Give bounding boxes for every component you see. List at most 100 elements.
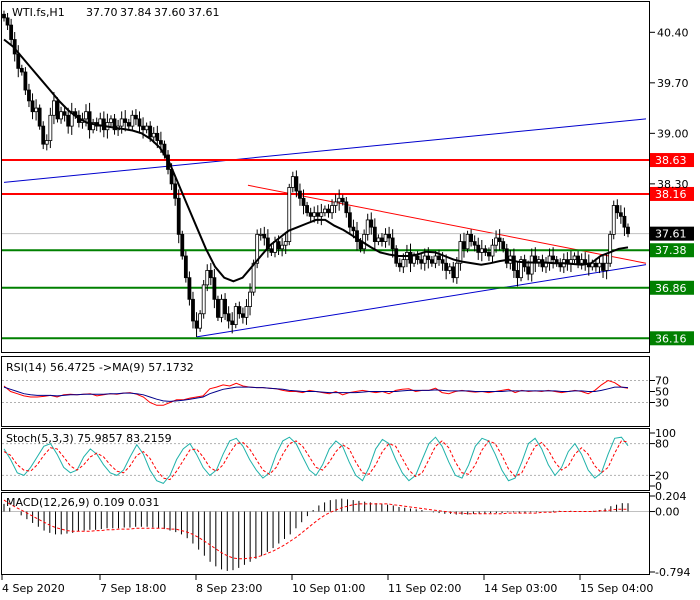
time-tick-label: 15 Sep 04:00 bbox=[580, 582, 653, 595]
ohlc-high: 37.84 bbox=[120, 6, 152, 19]
level-label-38.63: 38.63 bbox=[655, 154, 687, 167]
macd-tick-label: 0.204 bbox=[655, 490, 687, 503]
level-label-36.16: 36.16 bbox=[655, 332, 687, 345]
candle-body bbox=[258, 233, 263, 236]
candle-body bbox=[594, 262, 598, 268]
candle-body bbox=[501, 241, 506, 250]
candle-body bbox=[569, 259, 573, 264]
rsi-tick-label: 30 bbox=[655, 397, 669, 410]
candle-body bbox=[511, 255, 516, 271]
candle-body bbox=[440, 259, 445, 264]
candle-body bbox=[601, 262, 605, 271]
candle-body bbox=[462, 241, 466, 250]
ohlc-open: 37.70 bbox=[86, 6, 118, 19]
candle-body bbox=[44, 140, 49, 145]
candle-body bbox=[237, 306, 242, 315]
candle-body bbox=[615, 205, 620, 214]
candle-body bbox=[151, 132, 156, 138]
candle-body bbox=[479, 248, 484, 253]
candle-body bbox=[383, 233, 388, 242]
candle-body bbox=[194, 320, 199, 329]
candle-body bbox=[183, 255, 188, 279]
candle-body bbox=[219, 298, 224, 318]
candle-body bbox=[187, 277, 192, 300]
candle-body bbox=[572, 255, 577, 261]
candle-body bbox=[369, 219, 374, 228]
macd-tick-label: -0.794 bbox=[655, 566, 690, 579]
candle-body bbox=[544, 262, 548, 268]
candle-body bbox=[444, 262, 449, 271]
chart-background bbox=[0, 0, 700, 600]
candle-body bbox=[123, 118, 128, 123]
candle-body bbox=[23, 71, 28, 91]
candle-body bbox=[294, 176, 299, 192]
candle-body bbox=[287, 187, 292, 242]
candle-body bbox=[290, 176, 295, 188]
candle-body bbox=[269, 248, 274, 253]
trading-chart[interactable]: 38.6338.1637.6137.3836.8636.16 40.4039.7… bbox=[0, 0, 700, 600]
candle-body bbox=[9, 24, 14, 40]
level-label-36.86: 36.86 bbox=[655, 282, 687, 295]
candle-body bbox=[30, 100, 35, 113]
candle-body bbox=[497, 237, 502, 242]
candle-body bbox=[476, 244, 481, 253]
candle-body bbox=[344, 201, 349, 214]
candle-body bbox=[608, 233, 613, 264]
candle-body bbox=[390, 237, 395, 250]
candle-body bbox=[298, 190, 302, 199]
candle-body bbox=[340, 197, 345, 203]
candle-body bbox=[315, 212, 320, 217]
candle-body bbox=[198, 313, 203, 329]
candle-body bbox=[2, 13, 6, 19]
time-tick-label: 7 Sep 18:00 bbox=[100, 582, 166, 595]
candle-body bbox=[529, 255, 534, 275]
candle-body bbox=[494, 237, 498, 246]
level-label-37.38: 37.38 bbox=[655, 244, 687, 257]
candle-body bbox=[66, 114, 71, 127]
candle-body bbox=[34, 107, 38, 113]
candle-body bbox=[426, 255, 431, 261]
candle-body bbox=[515, 270, 520, 279]
macd-tick-label: 0.00 bbox=[655, 506, 680, 519]
candle-body bbox=[312, 212, 317, 217]
candle-body bbox=[376, 237, 381, 242]
candle-body bbox=[176, 197, 181, 235]
candle-body bbox=[419, 259, 424, 264]
candle-body bbox=[358, 241, 363, 250]
candle-body bbox=[212, 277, 217, 300]
candle-body bbox=[611, 205, 616, 235]
stoch-tick-label: 80 bbox=[655, 438, 669, 451]
candle-body bbox=[490, 244, 495, 257]
time-tick-label: 14 Sep 03:00 bbox=[484, 582, 557, 595]
time-tick-label: 8 Sep 23:00 bbox=[196, 582, 262, 595]
time-tick-label: 4 Sep 2020 bbox=[2, 582, 65, 595]
candle-body bbox=[27, 89, 31, 102]
price-tick-label: 39.70 bbox=[657, 77, 689, 90]
candle-body bbox=[351, 226, 356, 232]
candle-body bbox=[305, 205, 309, 214]
candle-body bbox=[144, 125, 149, 131]
candle-body bbox=[41, 125, 46, 145]
candle-body bbox=[551, 255, 556, 261]
candle-body bbox=[276, 241, 281, 250]
candle-body bbox=[408, 252, 413, 264]
price-tick-label: 40.40 bbox=[657, 26, 689, 39]
candle-body bbox=[487, 252, 491, 257]
candle-body bbox=[48, 114, 53, 141]
candle-body bbox=[283, 241, 288, 246]
candle-body bbox=[301, 197, 306, 206]
chart-title: WTI.fs,H1 bbox=[12, 6, 65, 19]
candle-body bbox=[469, 233, 474, 242]
candle-body bbox=[333, 201, 338, 206]
candle-body bbox=[412, 255, 416, 264]
candle-body bbox=[437, 255, 441, 261]
candle-body bbox=[365, 219, 370, 235]
candle-body bbox=[241, 313, 245, 318]
candle-body bbox=[126, 122, 131, 127]
candle-body bbox=[526, 266, 531, 275]
candle-body bbox=[280, 244, 285, 250]
candle-body bbox=[223, 298, 227, 315]
candle-body bbox=[233, 306, 238, 325]
candle-body bbox=[415, 255, 420, 261]
candle-body bbox=[433, 255, 438, 264]
